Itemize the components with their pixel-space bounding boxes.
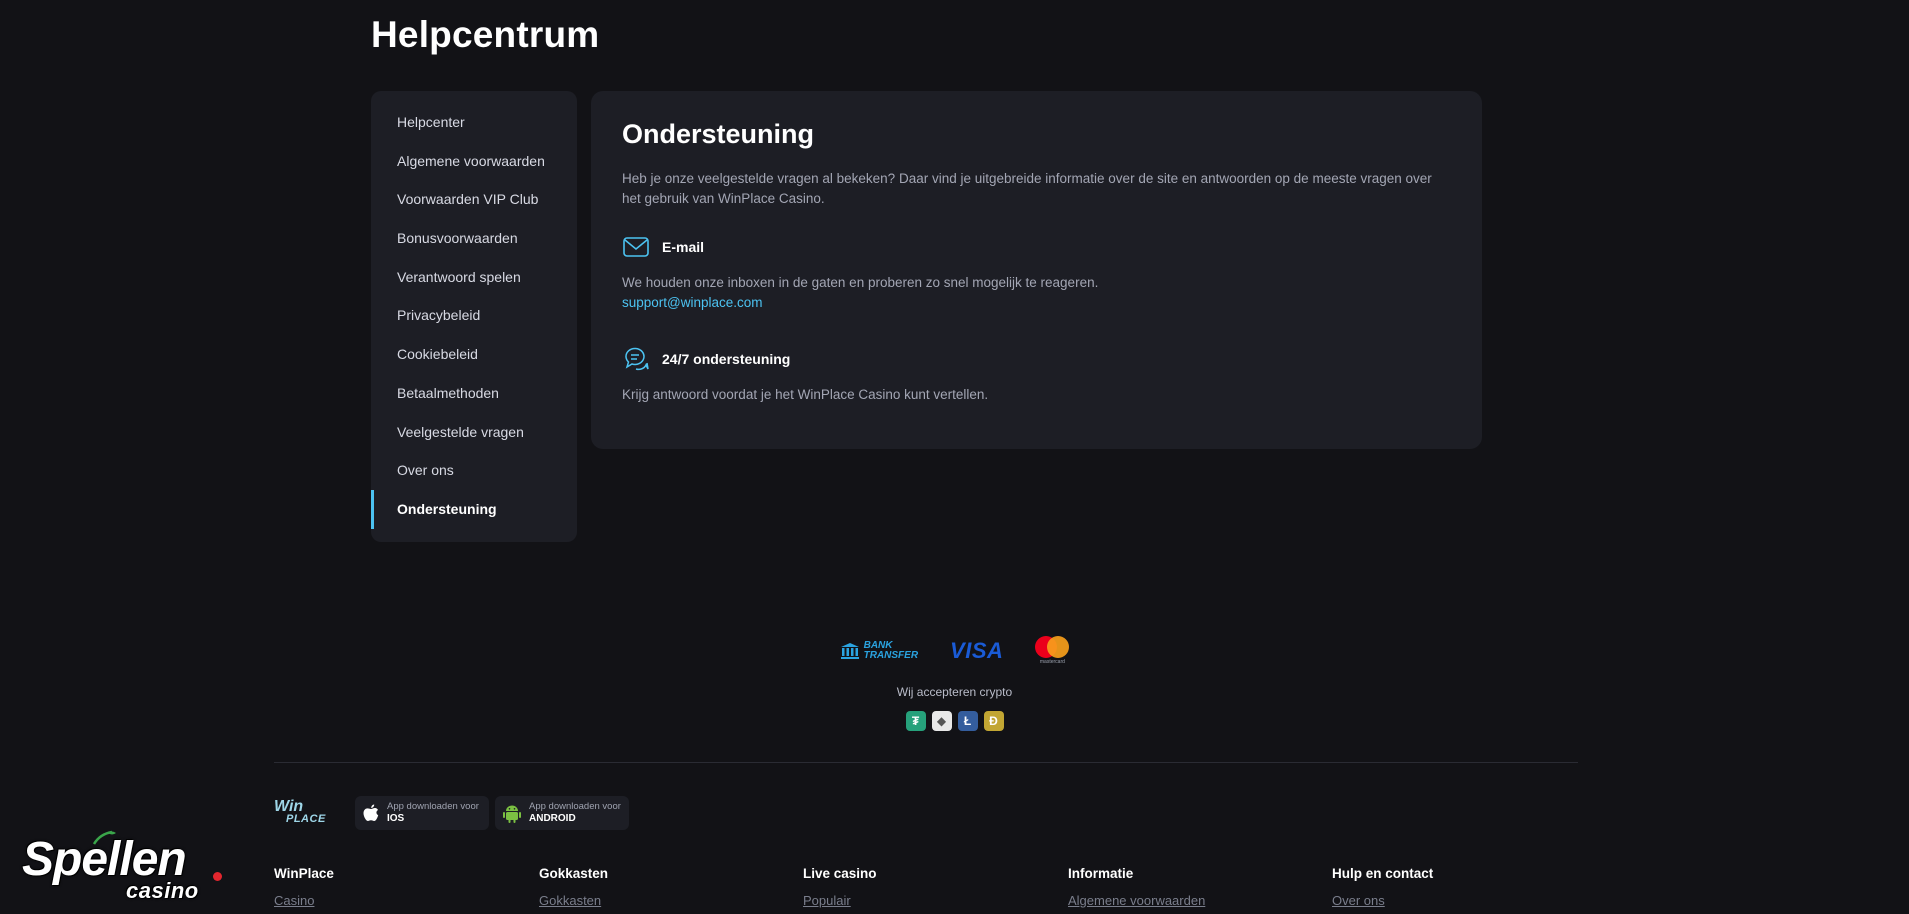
litecoin-icon: Ł <box>957 711 978 731</box>
footer-divider <box>274 762 1578 763</box>
sidebar-item-about[interactable]: Over ons <box>371 451 577 490</box>
crypto-icons: ₮ ◆ Ł Ð <box>0 711 1909 731</box>
footer-col-winplace: WinPlace Casino <box>274 866 334 908</box>
footer-col-informatie: Informatie Algemene voorwaarden <box>1068 866 1205 908</box>
chat-header: 24/7 ondersteuning <box>622 345 790 373</box>
bank-icon <box>840 642 859 659</box>
winplace-logo[interactable]: Win PLACE <box>274 798 326 826</box>
footer-link-about[interactable]: Over ons <box>1332 893 1433 908</box>
chat-description: Krijg antwoord voordat je het WinPlace C… <box>622 387 989 402</box>
page-title: Helpcentrum <box>371 14 600 55</box>
footer-col-live-casino: Live casino Populair <box>803 866 877 908</box>
android-app-small: App downloaden voor <box>529 801 621 812</box>
android-app-big: ANDROID <box>529 813 576 824</box>
payment-methods: BANK TRANSFER VISA mastercard <box>0 636 1909 665</box>
bank-transfer-logo: BANK TRANSFER <box>840 639 919 661</box>
support-intro: Heb je onze veelgestelde vragen al bekek… <box>622 171 1432 206</box>
sidebar-item-helpcenter[interactable]: Helpcenter <box>371 103 577 142</box>
sidebar-item-payment-methods[interactable]: Betaalmethoden <box>371 374 577 413</box>
footer-link-gokkasten[interactable]: Gokkasten <box>539 893 608 908</box>
footer-link-terms[interactable]: Algemene voorwaarden <box>1068 893 1205 908</box>
footer-heading: Informatie <box>1068 866 1134 881</box>
support-title: Ondersteuning <box>622 119 815 149</box>
ios-app-small: App downloaden voor <box>387 801 479 812</box>
chat-icon <box>622 345 650 373</box>
support-email-link[interactable]: support@winplace.com <box>622 295 763 310</box>
sidebar-item-terms[interactable]: Algemene voorwaarden <box>371 142 577 181</box>
android-app-button[interactable]: App downloaden voor ANDROID <box>495 796 629 830</box>
sidebar-item-faq[interactable]: Veelgestelde vragen <box>371 413 577 452</box>
android-icon <box>503 805 521 823</box>
tether-icon: ₮ <box>905 711 926 731</box>
ios-app-button[interactable]: App downloaden voor IOS <box>355 796 489 830</box>
footer-col-gokkasten: Gokkasten Gokkasten <box>539 866 608 908</box>
mastercard-icon <box>1035 636 1070 658</box>
help-sidebar: Helpcenter Algemene voorwaarden Voorwaar… <box>371 91 577 542</box>
watermark-main: Spellen <box>22 833 187 886</box>
sidebar-item-vip-terms[interactable]: Voorwaarden VIP Club <box>371 180 577 219</box>
bank-line-1: BANK <box>863 639 893 651</box>
mastercard-logo: mastercard <box>1035 636 1070 665</box>
watermark-dot <box>213 872 222 881</box>
sidebar-item-bonus-terms[interactable]: Bonusvoorwaarden <box>371 219 577 258</box>
mail-icon <box>622 233 650 261</box>
bank-line-2: TRANSFER <box>863 649 919 661</box>
footer-heading: Hulp en contact <box>1332 866 1434 881</box>
footer-link-casino[interactable]: Casino <box>274 893 334 908</box>
sidebar-item-cookies[interactable]: Cookiebeleid <box>371 335 577 374</box>
chat-label: 24/7 ondersteuning <box>662 351 791 367</box>
footer-link-populair[interactable]: Populair <box>803 893 877 908</box>
logo-line-1: Win <box>274 798 304 815</box>
footer-heading: Gokkasten <box>539 866 609 881</box>
email-block: We houden onze inboxen in de gaten en pr… <box>622 273 1098 313</box>
footer-heading: Live casino <box>803 866 877 881</box>
footer-col-help: Hulp en contact Over ons <box>1332 866 1433 908</box>
crypto-label: Wij accepteren crypto <box>896 685 1013 699</box>
dogecoin-icon: Ð <box>983 711 1004 731</box>
mastercard-text: mastercard <box>1039 659 1065 665</box>
visa-logo: VISA <box>950 637 1004 663</box>
sidebar-item-responsible-gaming[interactable]: Verantwoord spelen <box>371 258 577 297</box>
email-header: E-mail <box>622 233 704 261</box>
email-label: E-mail <box>662 239 705 255</box>
email-description: We houden onze inboxen in de gaten en pr… <box>622 275 1099 290</box>
sidebar-item-support[interactable]: Ondersteuning <box>371 489 577 529</box>
sidebar-item-privacy[interactable]: Privacybeleid <box>371 296 577 335</box>
sidebar-list: Helpcenter Algemene voorwaarden Voorwaar… <box>371 91 577 529</box>
watermark-sub: casino <box>126 878 199 903</box>
ios-app-big: IOS <box>387 813 405 824</box>
support-panel: Ondersteuning Heb je onze veelgestelde v… <box>591 91 1482 449</box>
ethereum-icon: ◆ <box>931 711 952 731</box>
footer-heading: WinPlace <box>274 866 334 881</box>
spellen-casino-watermark: Spellen casino <box>22 826 232 906</box>
apple-icon <box>363 804 379 821</box>
